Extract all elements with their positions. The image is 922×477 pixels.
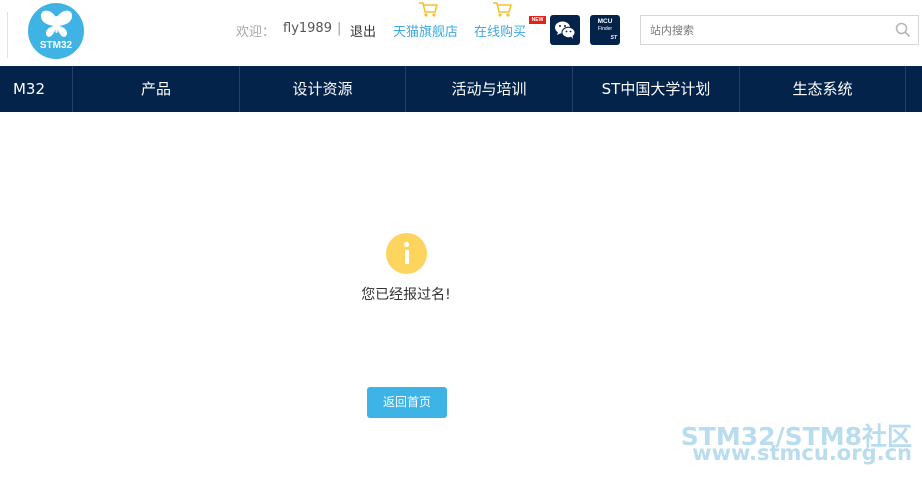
top-header: STM32 欢迎： fly1989 | 退出 天猫旗舰店 在线购买 NEW MC…: [0, 0, 922, 66]
wechat-button[interactable]: [550, 15, 580, 45]
tmall-store-link[interactable]: 天猫旗舰店: [393, 21, 458, 40]
header-divider: [7, 12, 8, 58]
nav-item-ecosystem[interactable]: 生态系统: [740, 66, 905, 112]
page: STM32 欢迎： fly1989 | 退出 天猫旗舰店 在线购买 NEW MC…: [0, 0, 922, 477]
main-nav: M32 产品 设计资源 活动与培训 ST中国大学计划 生态系统: [0, 66, 922, 112]
new-badge: NEW: [529, 16, 546, 24]
search-icon[interactable]: [895, 22, 911, 38]
back-home-button[interactable]: 返回首页: [367, 387, 447, 418]
cart-icon: [493, 2, 512, 17]
separator: |: [337, 21, 342, 36]
nav-item-events-training[interactable]: 活动与培训: [406, 66, 572, 112]
mcu-finder-button[interactable]: MCU Finder ST: [590, 15, 620, 45]
search-input[interactable]: [650, 21, 880, 39]
status-message: 您已经报过名!: [361, 287, 451, 303]
st-logo: ST: [610, 35, 617, 41]
watermark-url: www.stmcu.org.cn: [692, 441, 912, 465]
nav-item-stm32[interactable]: M32: [0, 66, 64, 112]
welcome-label: 欢迎：: [236, 25, 276, 40]
nav-divider: [905, 66, 906, 112]
info-icon: [386, 233, 427, 274]
nav-item-university-program[interactable]: ST中国大学计划: [573, 66, 739, 112]
username[interactable]: fly1989: [283, 21, 332, 36]
cart-icon: [419, 2, 438, 17]
nav-item-design-resources[interactable]: 设计资源: [240, 66, 405, 112]
mcu-finder-line2: Finder: [597, 26, 613, 32]
wechat-icon: [555, 21, 576, 39]
nav-item-products[interactable]: 产品: [73, 66, 239, 112]
logo-text: STM32: [39, 40, 73, 51]
logout-link[interactable]: 退出: [350, 21, 376, 40]
search-box: [640, 15, 919, 45]
mcu-finder-line1: MCU: [597, 18, 613, 25]
stm32-logo[interactable]: STM32: [28, 3, 84, 59]
online-buy-link[interactable]: 在线购买: [474, 21, 526, 40]
